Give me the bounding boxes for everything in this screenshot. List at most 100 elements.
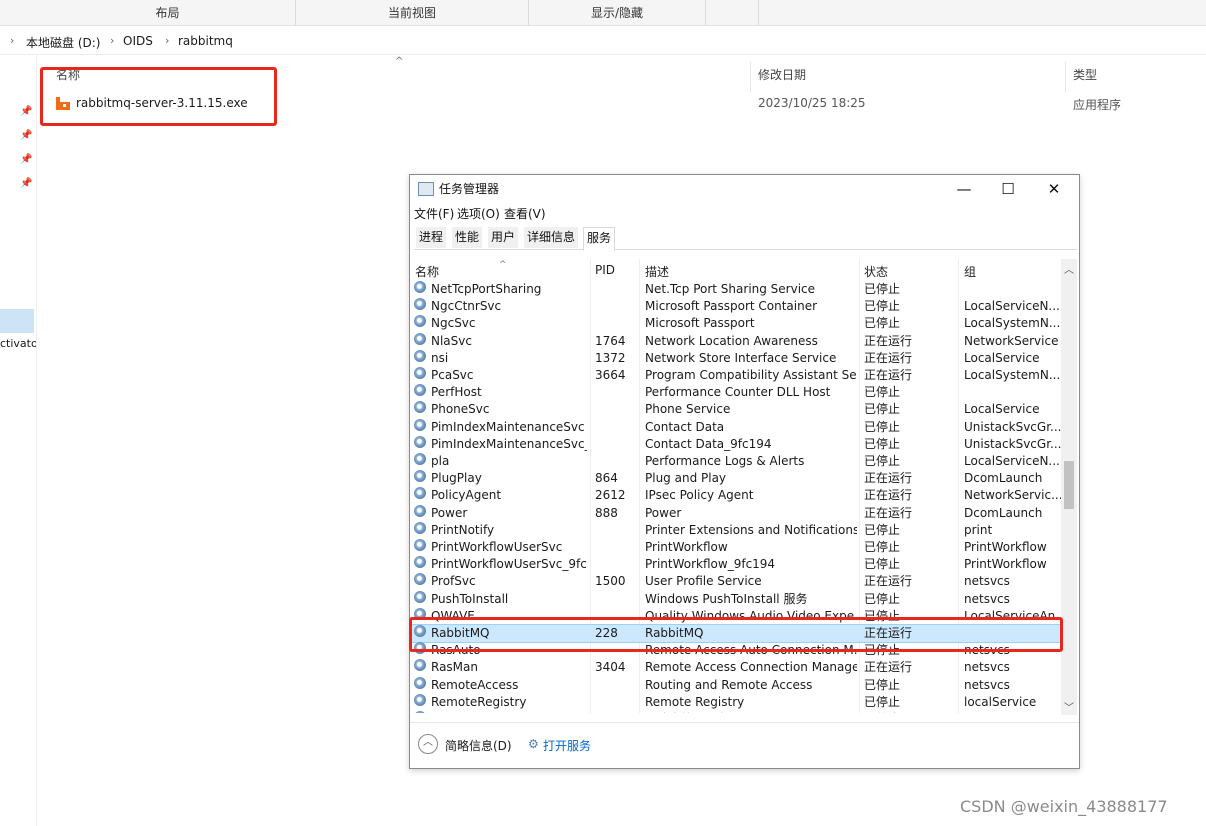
scroll-down-icon[interactable]: ﹀ [1064,699,1074,714]
service-row[interactable]: RasMan 3404 Remote Access Connection Manag… [411,659,1061,676]
nav-item-label[interactable]: ctivato [0,337,36,350]
service-desc: Remote Access Connection Manager [645,660,857,675]
service-desc: Microsoft Passport Container [645,299,818,314]
column-header-type[interactable]: 类型 [1073,66,1097,83]
ribbon-section-current-view[interactable]: 当前视图 [296,0,529,25]
column-header-name[interactable]: 名称 [415,263,439,280]
service-row[interactable]: PimIndexMaintenanceSvc_... Contact Data_9… [411,435,1061,453]
column-header-modified[interactable]: 修改日期 [758,66,806,83]
ribbon-section-layout[interactable]: 布局 [40,0,296,25]
column-divider[interactable] [750,62,751,92]
service-status: 已停止 [864,694,901,709]
service-status: 已停止 [864,436,901,451]
scrollbar-thumb[interactable] [1064,461,1074,509]
service-row[interactable]: RmSvc 无线电管理服务 已停止 LocalServiceN... [411,711,1061,713]
service-name: ProfSvc [431,574,476,589]
service-group: netsvcs [964,677,1010,692]
service-gear-icon [414,556,426,569]
service-group: netsvcs [964,660,1010,675]
service-desc: Performance Counter DLL Host [645,385,831,400]
service-row[interactable]: PimIndexMaintenanceSvc Contact Data 已停止 Uni… [411,418,1061,436]
maximize-icon[interactable]: ☐ [986,177,1030,201]
service-name: PerfHost [431,385,482,400]
service-desc: Printer Extensions and Notifications [645,522,857,537]
vertical-scrollbar[interactable]: ︿ ﹀ [1061,259,1077,715]
service-row[interactable]: PlugPlay 864 Plug and Play 正在运行 DcomLaunch [411,470,1061,487]
service-desc: Phone Service [645,402,731,417]
tab-services[interactable]: 服务 [583,227,616,251]
breadcrumb-rabbitmq[interactable]: rabbitmq [178,34,233,48]
service-row[interactable]: pla Performance Logs & Alerts 已停止 LocalServ… [411,453,1061,470]
service-pid: 1764 [595,333,626,348]
tab-details[interactable]: 详细信息 [524,227,579,248]
service-name: PrintWorkflowUserSvc [431,540,563,554]
column-header-group[interactable]: 组 [964,263,976,280]
service-desc: Windows PushToInstall 服务 [645,591,808,606]
column-header-pid[interactable]: PID [595,263,615,280]
service-row[interactable]: RemoteAccess Routing and Remote Access 已停止… [411,676,1061,694]
scroll-up-icon[interactable]: ︿ [1064,261,1074,276]
service-name: PrintWorkflowUserSvc_9fc... [431,557,587,572]
service-pid: 2612 [595,488,626,503]
service-row[interactable]: NlaSvc 1764 Network Location Awareness 正在运行… [411,332,1061,350]
nav-item-selected[interactable] [0,309,34,333]
service-name: PushToInstall [431,591,509,606]
service-desc: Net.Tcp Port Sharing Service [645,282,816,296]
menu-file[interactable]: 文件(F) [414,205,454,222]
column-divider[interactable] [1065,62,1066,92]
service-row[interactable]: PcaSvc 3664 Program Compatibility Assistan… [411,367,1061,384]
service-row[interactable]: PushToInstall Windows PushToInstall 服务 已停止… [411,590,1061,608]
menu-view[interactable]: 查看(V) [504,205,546,222]
pin-icon[interactable]: 📌 [20,106,32,117]
pin-icon[interactable]: 📌 [20,130,32,141]
tab-users[interactable]: 用户 [488,227,519,248]
service-gear-icon [414,539,426,551]
close-icon[interactable]: ✕ [1032,177,1076,201]
service-gear-icon [414,435,426,448]
breadcrumb-oids[interactable]: OIDS [123,34,153,48]
service-row[interactable]: RemoteRegistry Remote Registry 已停止 localSer… [411,693,1061,711]
open-services-link[interactable]: 打开服务 [543,737,591,754]
service-row[interactable]: nsi 1372 Network Store Interface Service 正在… [411,349,1061,367]
service-row[interactable]: Power 888 Power 正在运行 DcomLaunch [411,504,1061,522]
service-row[interactable]: ProfSvc 1500 User Profile Service 正在运行 netsv… [411,573,1061,590]
service-status: 正在运行 [864,488,913,503]
breadcrumb-drive[interactable]: 本地磁盘 (D:) [26,34,100,51]
service-pid: 888 [595,505,618,520]
service-row[interactable]: NgcCtnrSvc Microsoft Passport Container 已停… [411,298,1061,315]
tab-processes[interactable]: 进程 [416,227,447,248]
service-name: pla [431,454,450,468]
menu-options[interactable]: 选项(O) [457,205,500,222]
service-row[interactable]: PerfHost Performance Counter DLL Host 已停止 [411,384,1061,401]
service-row[interactable]: PhoneSvc Phone Service 已停止 LocalService [411,401,1061,418]
service-row[interactable]: PrintWorkflowUserSvc PrintWorkflow 已停止 Prin… [411,539,1061,556]
service-gear-icon [414,676,426,689]
service-row[interactable]: PolicyAgent 2612 IPsec Policy Agent 正在运行 Net… [411,487,1061,504]
service-gear-icon [414,521,426,534]
service-gear-icon [414,298,426,311]
service-name: PhoneSvc [431,402,490,417]
service-desc: Remote Registry [645,694,745,709]
service-group: netsvcs [964,574,1010,589]
pin-icon[interactable]: 📌 [20,154,32,165]
service-name: nsi [431,350,449,365]
tab-performance[interactable]: 性能 [452,227,483,248]
pin-icon[interactable]: 📌 [20,178,32,189]
service-row[interactable]: PrintNotify Printer Extensions and Notifi… [411,521,1061,539]
collapse-chevron-icon[interactable]: ︿ [418,734,438,754]
service-desc: Network Store Interface Service [645,350,837,365]
service-group: LocalServiceN... [964,454,1060,468]
minimize-icon[interactable]: — [942,177,986,201]
service-row[interactable]: NgcSvc Microsoft Passport 已停止 LocalSystemN.… [411,315,1061,332]
service-name: PolicyAgent [431,488,502,503]
service-group: DcomLaunch [964,505,1043,520]
brief-info-button[interactable]: 简略信息(D) [445,737,512,754]
service-desc: Contact Data_9fc194 [645,436,772,451]
ribbon-section-show-hide[interactable]: 显示/隐藏 [529,0,706,25]
column-header-status[interactable]: 状态 [864,263,888,280]
column-header-description[interactable]: 描述 [645,263,669,280]
service-row[interactable]: NetTcpPortSharing Net.Tcp Port Sharing Se… [411,281,1061,298]
service-row[interactable]: PrintWorkflowUserSvc_9fc... PrintWorkflow… [411,556,1061,573]
watermark: CSDN @weixin_43888177 [960,797,1168,816]
service-gear-icon [414,659,426,672]
